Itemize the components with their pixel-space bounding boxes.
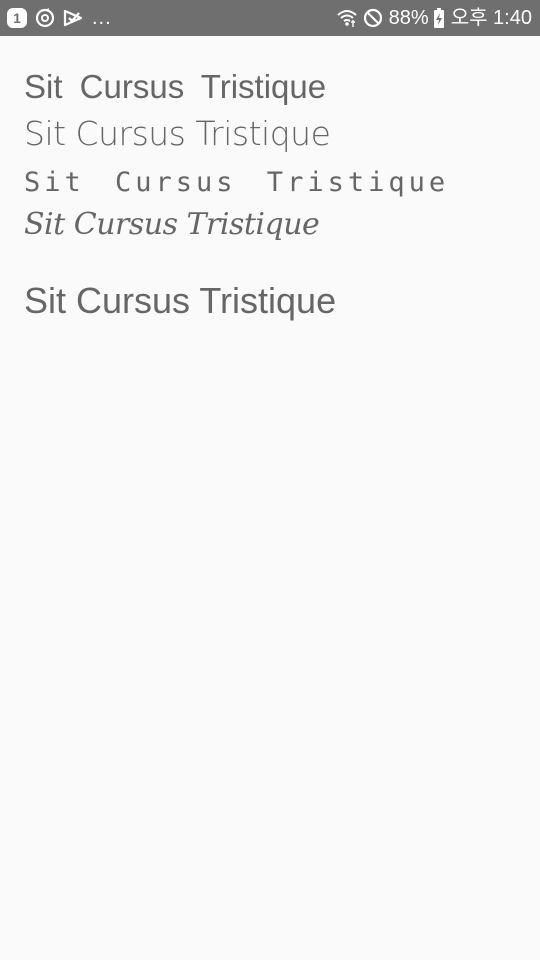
overflow-dots: ... [92,7,112,29]
status-left: 1 ... [6,0,112,36]
wifi-icon [337,8,357,28]
battery-charging-icon [433,7,445,29]
clock: 오후 1:40 [450,7,532,29]
do-not-disturb-icon [363,8,383,28]
status-right: 88% 오후 1:40 [337,0,532,36]
font-sample-script: Sit Cursus Tristique [24,207,320,242]
status-bar: 1 ... 88% 오후 1:40 [0,0,540,36]
font-sample-sans: Sit Cursus Tristique [24,68,327,105]
download-check-icon [62,7,84,29]
notification-one-icon: 1 [6,7,28,29]
battery-percent: 88% [388,7,429,29]
font-sample-large-sans: Sit Cursus Tristique [24,280,337,321]
sync-icon [34,7,56,29]
font-sample-monospace: Sit Cursus Tristique [24,167,450,198]
notification-badge: 1 [13,10,21,26]
font-sample-handwritten: Sit Cursus Tristique [24,114,331,153]
